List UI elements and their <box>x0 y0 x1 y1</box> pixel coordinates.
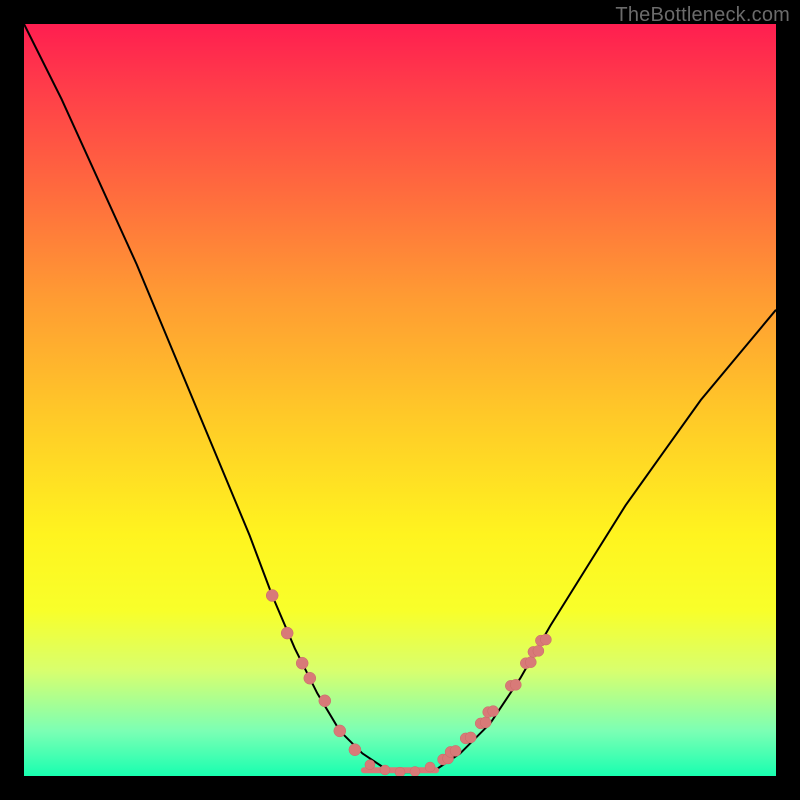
data-marker <box>465 732 476 743</box>
data-marker <box>528 646 539 657</box>
data-marker <box>520 658 531 669</box>
data-marker <box>535 635 546 646</box>
data-marker <box>365 760 375 770</box>
chart-area <box>24 24 776 776</box>
data-marker <box>475 718 486 729</box>
data-marker <box>525 657 536 668</box>
data-marker <box>334 725 346 737</box>
data-marker <box>410 767 420 777</box>
watermark-text: TheBottleneck.com <box>615 4 790 27</box>
data-marker <box>304 672 316 684</box>
curve-path <box>24 24 776 772</box>
data-marker <box>540 634 551 645</box>
data-marker <box>266 590 278 602</box>
data-marker <box>460 733 471 744</box>
data-marker <box>510 679 521 690</box>
data-marker <box>319 695 331 707</box>
data-marker <box>296 657 308 669</box>
data-marker <box>443 753 454 764</box>
data-marker <box>425 762 435 772</box>
bottleneck-curve <box>24 24 776 776</box>
data-marker <box>395 767 405 776</box>
data-marker <box>349 744 361 756</box>
data-marker <box>450 745 461 756</box>
data-marker <box>438 754 449 765</box>
data-marker <box>445 746 456 757</box>
data-marker <box>281 627 293 639</box>
data-marker <box>505 680 516 691</box>
data-marker <box>480 717 491 728</box>
data-marker <box>488 706 499 717</box>
data-marker <box>533 645 544 656</box>
data-marker <box>483 707 494 718</box>
data-marker <box>380 765 390 775</box>
